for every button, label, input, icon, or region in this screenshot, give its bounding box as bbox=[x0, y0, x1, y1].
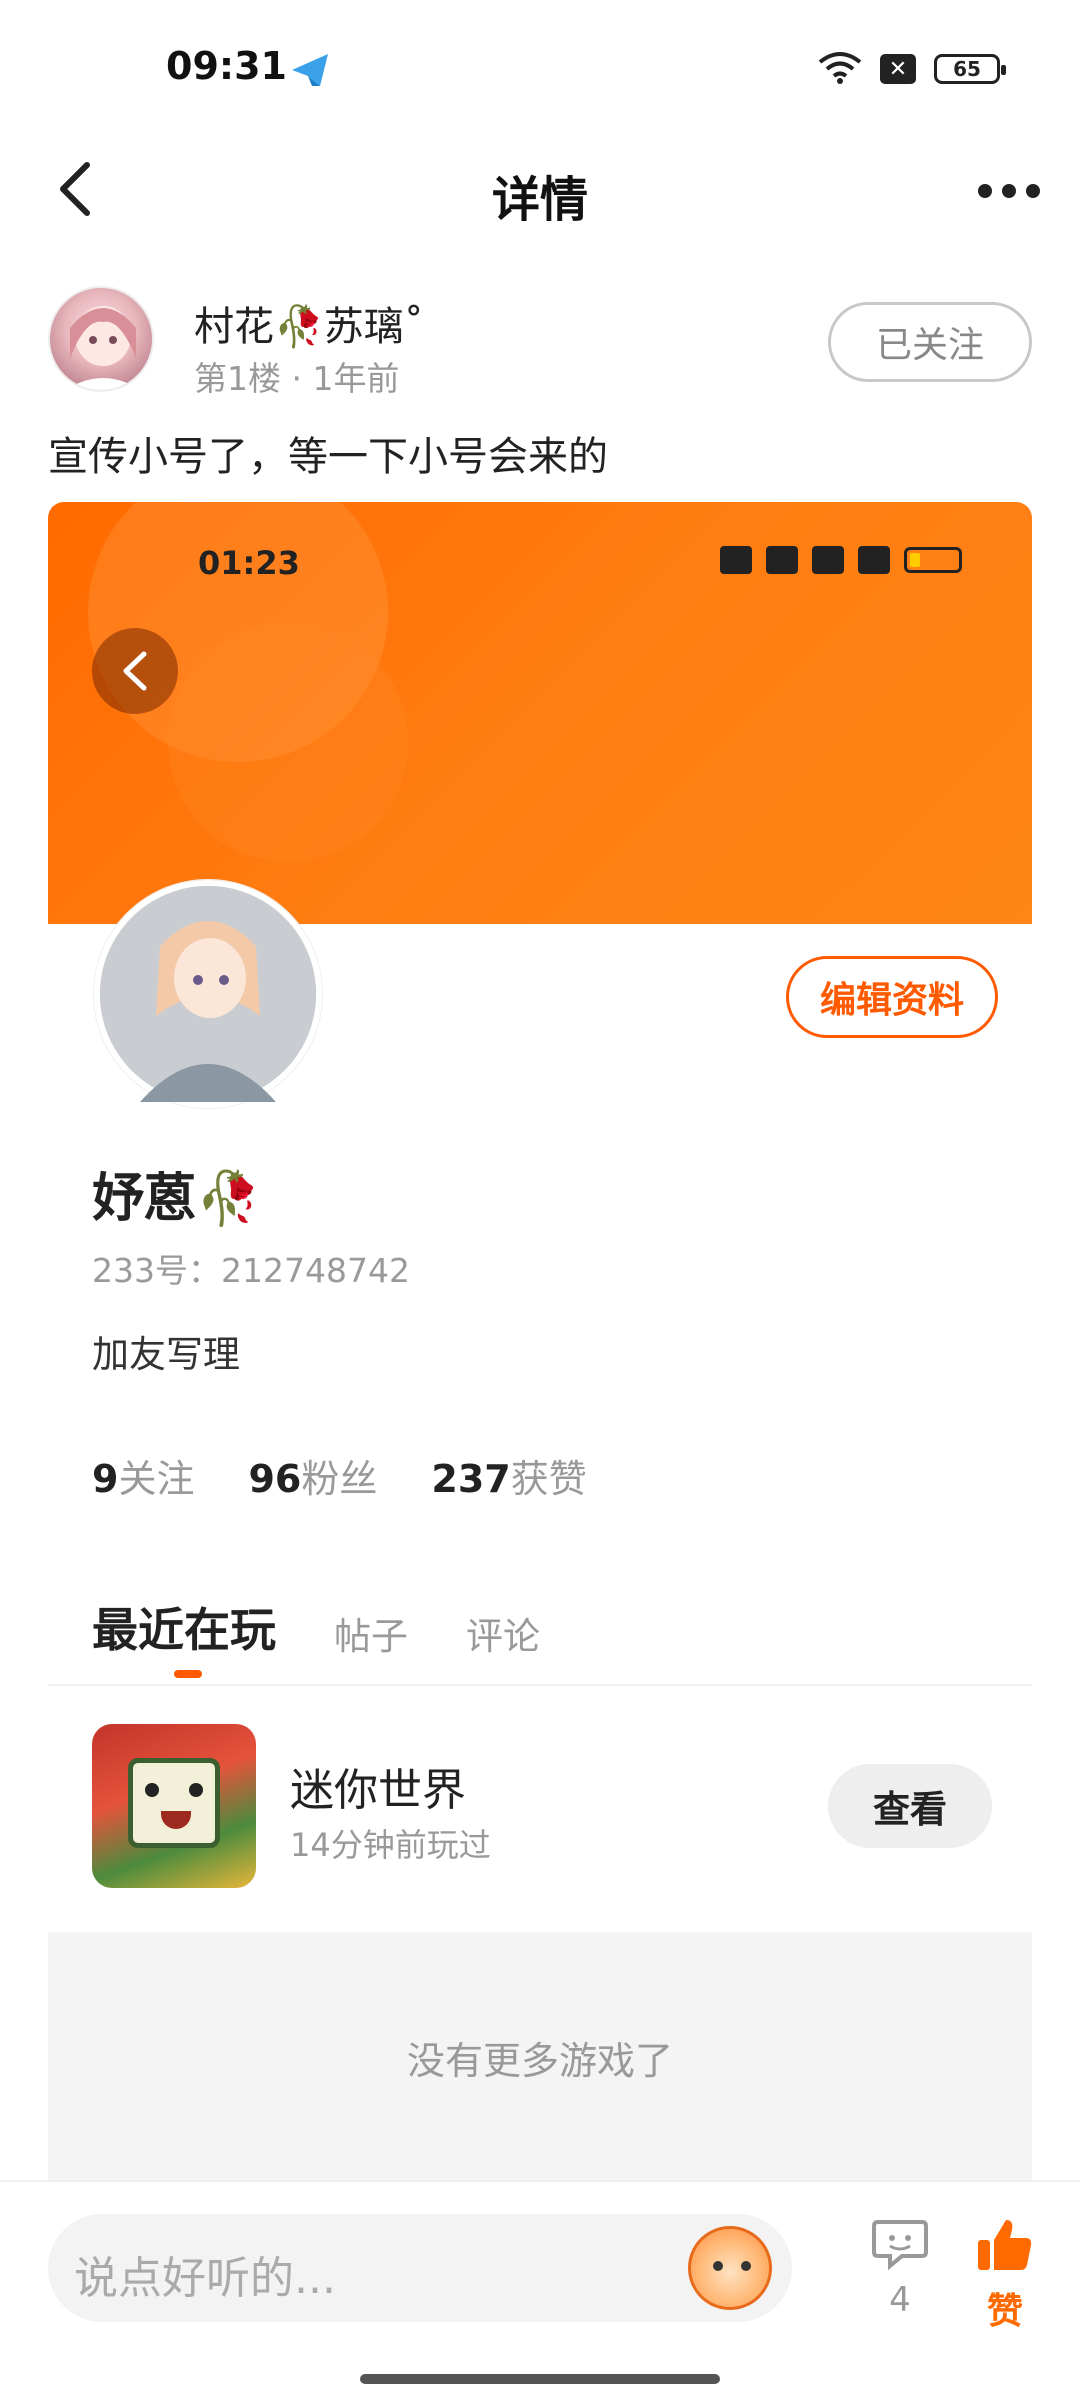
topbar: 详情 bbox=[0, 140, 1080, 240]
profile-stats: 9关注 96粉丝 237获赞 bbox=[92, 1448, 587, 1503]
mascot-emoji-icon[interactable] bbox=[688, 2226, 772, 2310]
game-icon bbox=[92, 1724, 256, 1888]
home-indicator[interactable] bbox=[360, 2374, 720, 2384]
comment-button[interactable]: 4 bbox=[868, 2218, 932, 2320]
profile-banner: 01:23 bbox=[48, 502, 1032, 924]
no-more-games: 没有更多游戏了 bbox=[48, 1932, 1032, 2182]
mute-icon bbox=[720, 546, 752, 574]
screenshot-back-icon bbox=[92, 628, 178, 714]
status-time: 09:31 bbox=[166, 44, 287, 88]
tab-comments: 评论 bbox=[466, 1615, 540, 1658]
post-author-row: 村花🥀苏璃˚ 第1楼 · 1年前 已关注 bbox=[48, 286, 1032, 398]
battery-icon: 65 bbox=[934, 54, 1006, 84]
screenshot-status-time: 01:23 bbox=[198, 544, 300, 582]
post-image[interactable]: 01:23 编辑资料 妤蒽🥀 233号：212748742 加友写理 9关注 9… bbox=[48, 502, 1032, 2182]
screenshot-status-icons bbox=[720, 546, 962, 574]
tab-recently-played: 最近在玩 bbox=[92, 1603, 276, 1657]
post-meta: 第1楼 · 1年前 bbox=[194, 359, 400, 398]
stat-likes: 237获赞 bbox=[431, 1457, 587, 1501]
wifi-icon bbox=[818, 50, 862, 88]
profile-id: 233号：212748742 bbox=[92, 1251, 410, 1290]
bottom-bar: 说点好听的... 4 赞 bbox=[0, 2180, 1080, 2400]
comment-input[interactable]: 说点好听的... bbox=[48, 2214, 792, 2322]
status-icons: ✕ 65 bbox=[818, 50, 1006, 88]
profile-name: 妤蒽🥀 bbox=[92, 1169, 261, 1229]
game-name: 迷你世界 bbox=[290, 1765, 466, 1816]
sim-icon: ✕ bbox=[880, 54, 916, 84]
edit-profile-button: 编辑资料 bbox=[786, 956, 998, 1038]
status-bar: 09:31 ✕ 65 bbox=[0, 0, 1080, 140]
profile-tabs: 最近在玩 帖子 评论 bbox=[92, 1580, 540, 1660]
hd-icon bbox=[812, 546, 844, 574]
game-list-item: 迷你世界 14分钟前玩过 查看 bbox=[92, 1724, 992, 1888]
signal-icon bbox=[858, 546, 890, 574]
more-dots-icon bbox=[978, 184, 1040, 198]
tab-indicator bbox=[174, 1670, 202, 1678]
thumbs-up-icon bbox=[978, 2220, 1032, 2270]
comment-icon bbox=[872, 2220, 928, 2271]
tab-posts: 帖子 bbox=[334, 1615, 408, 1658]
author-avatar[interactable] bbox=[48, 286, 154, 392]
comment-count: 4 bbox=[889, 2280, 911, 2320]
stat-following: 9关注 bbox=[92, 1457, 195, 1501]
profile-bio: 加友写理 bbox=[92, 1333, 240, 1376]
divider bbox=[48, 1684, 1032, 1686]
comment-placeholder: 说点好听的... bbox=[74, 2253, 336, 2304]
stat-fans: 96粉丝 bbox=[248, 1457, 378, 1501]
wifi-icon bbox=[766, 546, 798, 574]
profile-avatar bbox=[94, 880, 322, 1108]
author-name[interactable]: 村花🥀苏璃˚ bbox=[194, 294, 424, 352]
view-game-button: 查看 bbox=[828, 1764, 992, 1848]
like-label: 赞 bbox=[986, 2291, 1023, 2332]
post-text: 宣传小号了，等一下小号会来的 bbox=[48, 434, 608, 480]
telegram-icon bbox=[288, 50, 332, 90]
follow-button[interactable]: 已关注 bbox=[828, 302, 1032, 382]
page-title: 详情 bbox=[491, 172, 588, 228]
game-last-played: 14分钟前玩过 bbox=[290, 1826, 491, 1864]
like-button[interactable]: 赞 bbox=[970, 2218, 1040, 2334]
battery-icon bbox=[904, 547, 962, 573]
more-button[interactable] bbox=[974, 166, 1044, 216]
